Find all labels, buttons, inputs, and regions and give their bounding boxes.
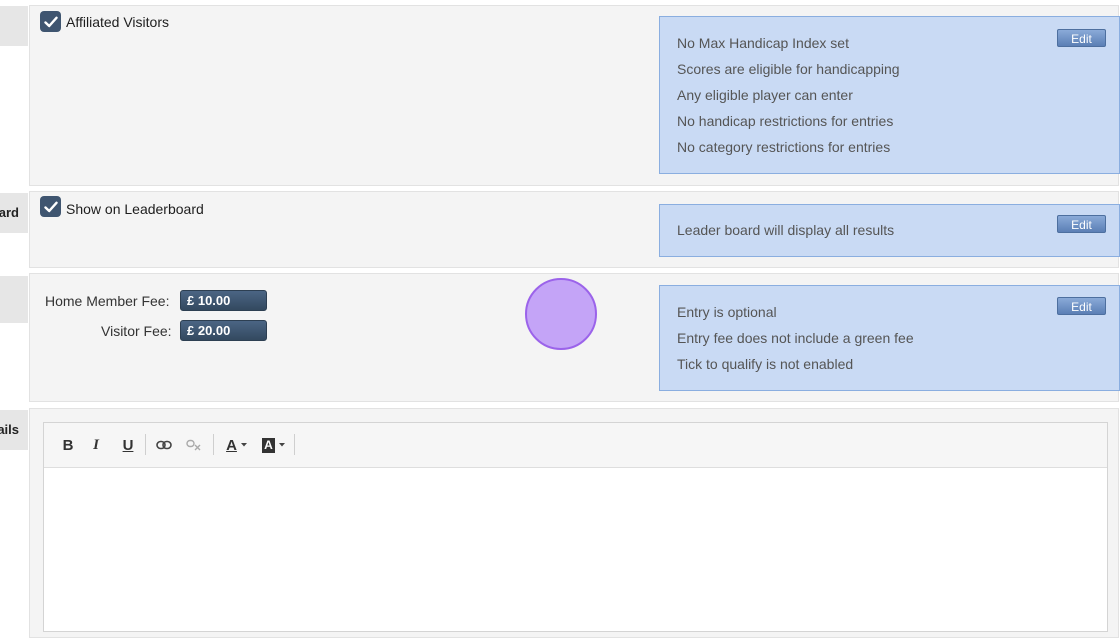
- leaderboard-edit-button[interactable]: Edit: [1057, 215, 1106, 233]
- check-icon: [43, 201, 58, 212]
- editor-content-area[interactable]: [44, 468, 1107, 631]
- home-member-fee-input[interactable]: £ 10.00: [180, 290, 267, 311]
- side-tab-leaderboard: ard: [0, 193, 28, 233]
- affiliated-visitors-checkbox[interactable]: [40, 11, 61, 32]
- toolbar-separator: [294, 434, 295, 455]
- side-label-details: ails: [0, 422, 19, 437]
- visitors-edit-button[interactable]: Edit: [1057, 29, 1106, 47]
- highlight-button[interactable]: A: [258, 435, 290, 455]
- info-line: Scores are eligible for handicapping: [677, 61, 900, 77]
- show-on-leaderboard-checkbox[interactable]: [40, 196, 61, 217]
- info-line: No handicap restrictions for entries: [677, 113, 894, 129]
- editor-toolbar: B I U A A: [44, 423, 1107, 468]
- side-label-leaderboard: ard: [0, 205, 19, 220]
- info-line: Leader board will display all results: [677, 222, 895, 238]
- visitors-panel: Affiliated Visitors Edit No Max Handicap…: [29, 5, 1120, 186]
- caret-down-icon: [240, 443, 247, 447]
- show-on-leaderboard-label: Show on Leaderboard: [66, 201, 204, 217]
- underline-button[interactable]: U: [120, 435, 136, 455]
- side-tab-fees: [0, 276, 28, 323]
- font-color-label: A: [226, 436, 237, 454]
- leaderboard-panel: Show on Leaderboard Edit Leader board wi…: [29, 191, 1120, 268]
- info-line: Tick to qualify is not enabled: [677, 356, 854, 372]
- info-line: Any eligible player can enter: [677, 87, 853, 103]
- toolbar-separator: [145, 434, 146, 455]
- click-indicator: [525, 278, 597, 350]
- link-button[interactable]: [154, 435, 174, 455]
- rich-text-editor: B I U A A: [43, 422, 1108, 632]
- home-member-fee-label: Home Member Fee:: [45, 293, 170, 309]
- fees-edit-button[interactable]: Edit: [1057, 297, 1106, 315]
- info-line: No Max Handicap Index set: [677, 35, 849, 51]
- check-icon: [43, 16, 58, 27]
- font-color-button[interactable]: A: [222, 435, 252, 455]
- unlink-icon: [186, 439, 201, 451]
- details-panel: B I U A A: [29, 408, 1119, 638]
- caret-down-icon: [278, 443, 285, 447]
- fees-info-box: Edit Entry is optional Entry fee does no…: [659, 285, 1120, 391]
- affiliated-visitors-label: Affiliated Visitors: [66, 14, 169, 30]
- visitors-info-box: Edit No Max Handicap Index set Scores ar…: [659, 16, 1120, 174]
- info-line: No category restrictions for entries: [677, 139, 891, 155]
- unlink-button[interactable]: [184, 435, 204, 455]
- side-tab-visitors: [0, 6, 28, 46]
- italic-button[interactable]: I: [88, 435, 104, 455]
- highlight-label: A: [262, 437, 275, 453]
- visitor-fee-input[interactable]: £ 20.00: [180, 320, 267, 341]
- side-tab-details: ails: [0, 410, 28, 450]
- info-line: Entry fee does not include a green fee: [677, 330, 914, 346]
- link-icon: [156, 440, 172, 450]
- info-line: Entry is optional: [677, 304, 777, 320]
- toolbar-separator: [213, 434, 214, 455]
- visitor-fee-label: Visitor Fee:: [101, 323, 172, 339]
- leaderboard-info-box: Edit Leader board will display all resul…: [659, 204, 1120, 257]
- bold-button[interactable]: B: [60, 435, 76, 455]
